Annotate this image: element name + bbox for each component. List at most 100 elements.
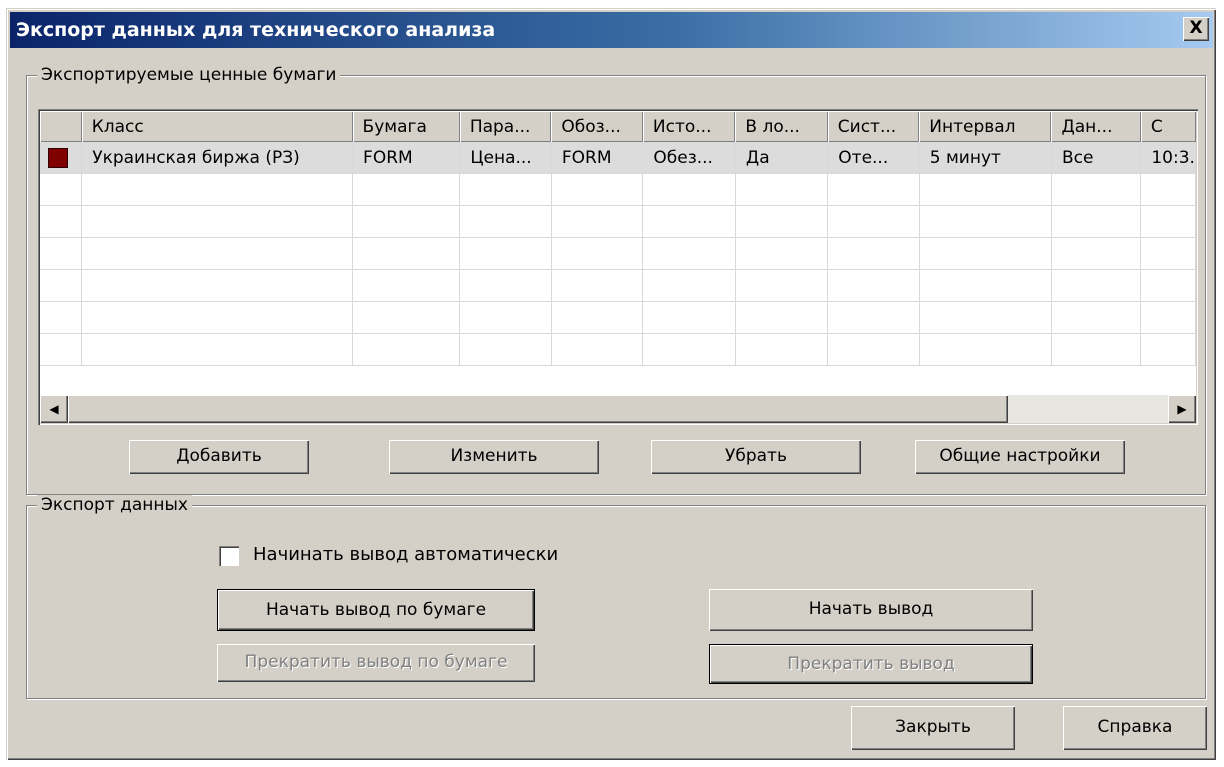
scroll-left-icon[interactable]: ◀ [40,395,68,423]
table-cell [551,269,644,302]
securities-group: Экспортируемые ценные бумаги Класс Бумаг… [26,65,1206,495]
stop-output-button[interactable]: Прекратить вывод [709,644,1033,684]
auto-start-label: Начинать вывод автоматически [253,544,559,565]
status-indicator-icon [48,147,68,168]
close-icon[interactable]: X [1183,17,1209,41]
status-cell [40,142,83,174]
start-output-button[interactable]: Начать вывод [709,589,1033,631]
table-cell [352,173,461,206]
table-cell [81,237,354,270]
scroll-right-icon[interactable]: ▶ [1168,395,1196,423]
securities-group-title: Экспортируемые ценные бумаги [37,65,341,85]
empty-table-row[interactable] [40,333,1196,366]
table-cell [642,269,736,302]
table-cell: Да [735,142,829,174]
empty-table-row[interactable] [40,173,1196,206]
table-cell [551,205,644,238]
empty-table-row[interactable] [40,237,1196,270]
table-cell [827,173,920,206]
column-header-system[interactable]: Сист... [827,111,920,142]
empty-table-row[interactable] [40,269,1196,302]
table-cell [919,333,1052,366]
table-cell [735,301,829,334]
table-cell [642,333,736,366]
table-cell [81,333,354,366]
table-cell [919,173,1052,206]
window-title: Экспорт данных для технического анализа [16,19,496,41]
table-cell [81,173,354,206]
add-button[interactable]: Добавить [129,440,309,474]
table-cell [352,237,461,270]
table-cell [459,301,552,334]
table-cell [735,173,829,206]
table-cell [551,333,644,366]
column-header-class[interactable]: Класс [81,111,353,142]
table-cell [919,205,1052,238]
horizontal-scrollbar[interactable]: ◀ ▶ [40,395,1196,423]
column-header-interval[interactable]: Интервал [919,111,1052,142]
table-cell: Оте... [827,142,920,174]
column-header-security[interactable]: Бумага [352,111,460,142]
table-cell: FORM [352,142,461,174]
table-cell [40,237,83,270]
export-dialog: Экспорт данных для технического анализа … [6,8,1216,760]
title-bar[interactable]: Экспорт данных для технического анализа … [10,12,1213,48]
stop-output-by-security-button[interactable]: Прекратить вывод по бумаге [217,644,535,682]
table-cell [1140,269,1196,302]
auto-start-checkbox[interactable] [219,546,239,566]
table-cell [1051,301,1142,334]
table-cell [735,269,829,302]
table-cell [827,269,920,302]
close-button[interactable]: Закрыть [851,706,1015,750]
table-cell [827,237,920,270]
table-cell [81,205,354,238]
remove-button[interactable]: Убрать [651,440,861,474]
empty-table-row[interactable] [40,205,1196,238]
export-group: Экспорт данных Начинать вывод автоматиче… [26,495,1206,699]
table-cell [919,237,1052,270]
column-header-parameter[interactable]: Пара... [459,111,552,142]
column-header-data[interactable]: Дан... [1051,111,1141,142]
table-cell [40,205,83,238]
table-row[interactable]: Украинская биржа (РЗ) FORM Цена... FORM … [40,142,1196,174]
table-cell [1051,333,1142,366]
table-cell [827,205,920,238]
empty-table-row[interactable] [40,301,1196,334]
table-cell: FORM [551,142,644,174]
table-header-row: Класс Бумага Пара... Обоз... Исто... В л… [40,111,1196,142]
help-button[interactable]: Справка [1063,706,1207,750]
column-header-source[interactable]: Исто... [642,111,736,142]
column-header-indicator[interactable] [40,111,82,142]
table-cell [827,301,920,334]
table-cell [642,301,736,334]
table-cell [735,333,829,366]
table-cell [1051,269,1142,302]
table-cell [642,237,736,270]
table-cell [81,269,354,302]
scrollbar-thumb[interactable] [68,395,1008,423]
table-cell [459,237,552,270]
column-header-designation[interactable]: Обоз... [551,111,643,142]
table-cell [459,333,552,366]
table-cell [40,333,83,366]
table-cell [1140,205,1196,238]
securities-table: Класс Бумага Пара... Обоз... Исто... В л… [38,109,1198,425]
column-header-from[interactable]: С [1140,111,1196,142]
edit-button[interactable]: Изменить [389,440,599,474]
table-cell: 10:3. [1140,142,1196,174]
table-cell [1140,173,1196,206]
table-cell [1051,173,1142,206]
table-cell [352,205,461,238]
table-cell [919,269,1052,302]
table-cell [40,269,83,302]
table-cell [642,205,736,238]
column-header-in-lots[interactable]: В ло... [735,111,828,142]
table-cell [642,173,736,206]
table-cell: 5 минут [919,142,1052,174]
table-cell [1051,237,1142,270]
table-cell [352,269,461,302]
start-output-by-security-button[interactable]: Начать вывод по бумаге [217,589,535,631]
table-cell [735,237,829,270]
general-settings-button[interactable]: Общие настройки [915,440,1125,474]
table-cell [551,237,644,270]
